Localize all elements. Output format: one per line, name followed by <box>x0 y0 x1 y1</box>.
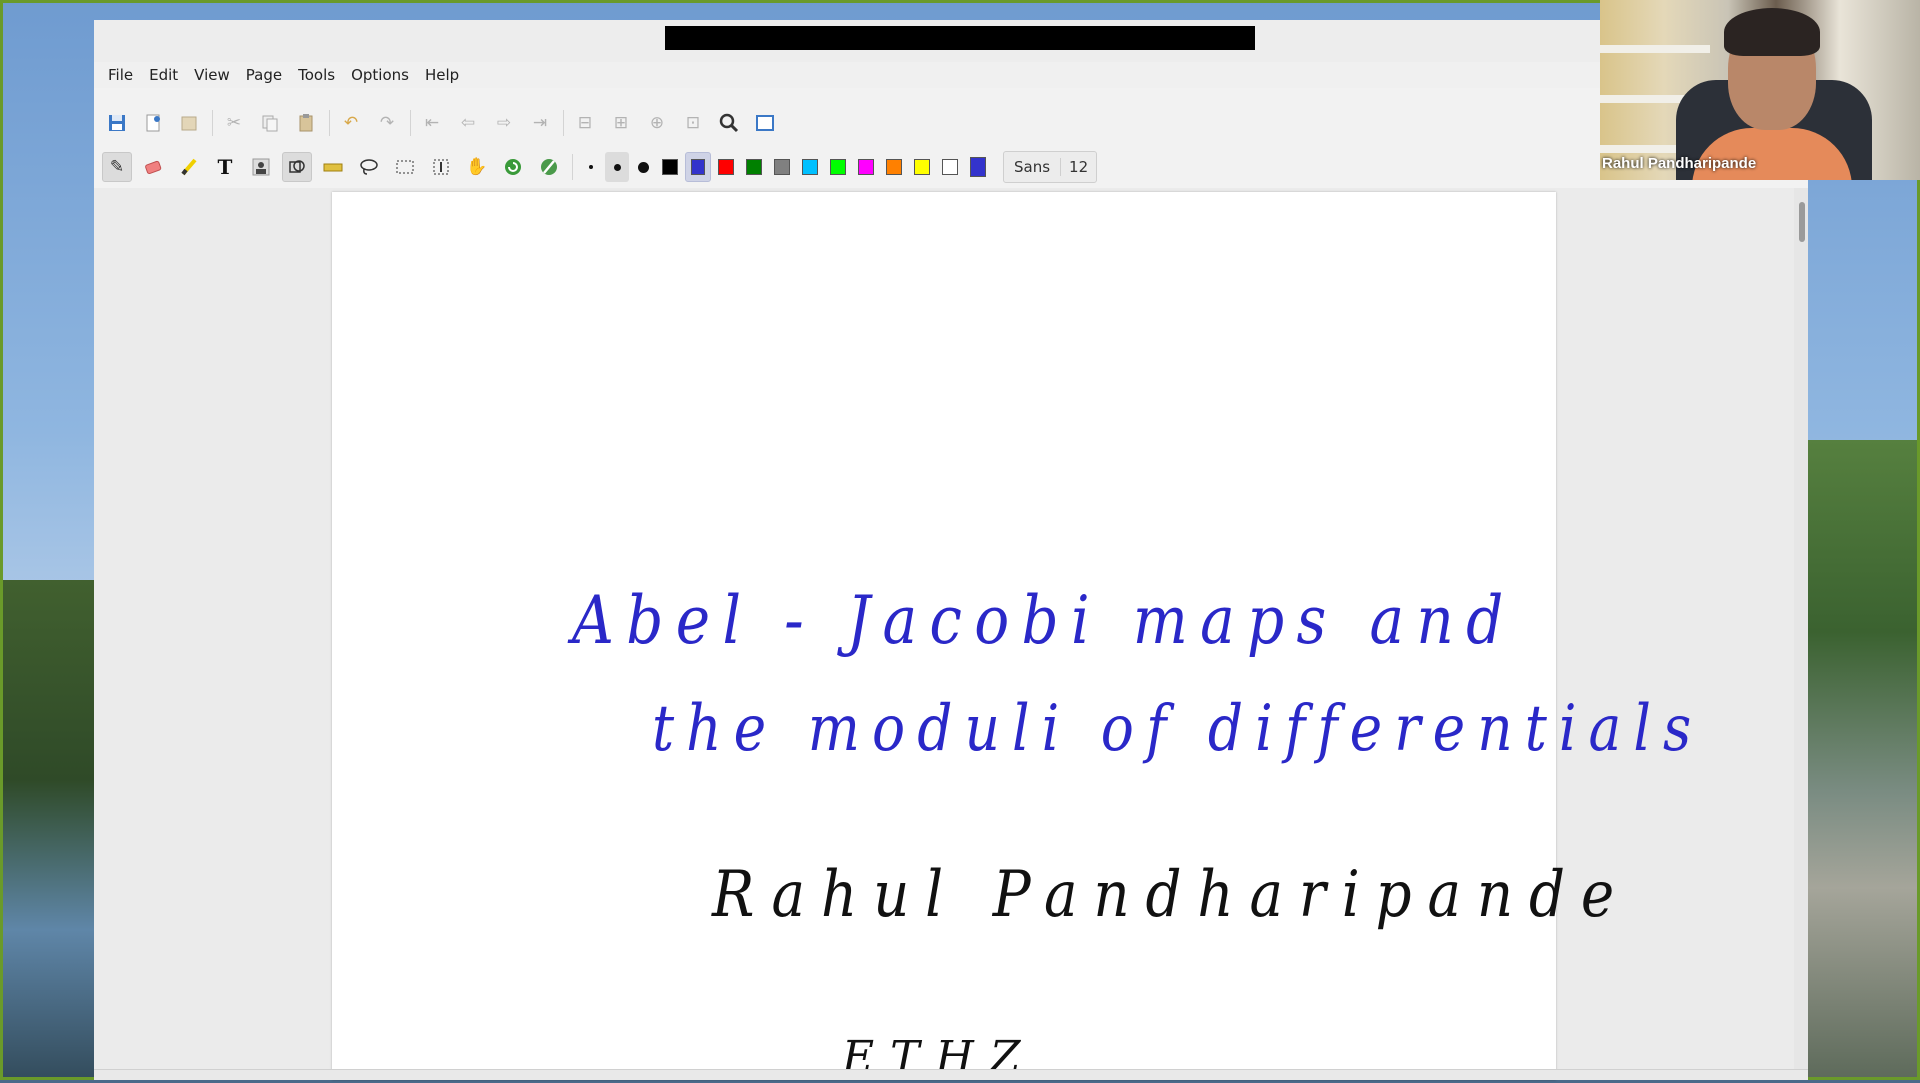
current-color-button[interactable] <box>965 152 991 182</box>
pen-size-thick[interactable] <box>631 152 655 182</box>
eraser-icon[interactable] <box>138 152 168 182</box>
vertical-space-icon[interactable] <box>426 152 456 182</box>
handwritten-author: Rahul Pandharipande <box>712 858 1631 932</box>
last-page-icon[interactable]: ⇥ <box>525 108 555 138</box>
handwritten-line-2: the moduli of differentials <box>652 692 1704 766</box>
default-tools-icon[interactable] <box>498 152 528 182</box>
color-light-green[interactable] <box>825 152 851 182</box>
swatch <box>942 159 958 175</box>
swatch <box>886 159 902 175</box>
vertical-scrollbar[interactable] <box>1794 188 1808 1080</box>
ruler-icon[interactable] <box>318 152 348 182</box>
webcam-video: Rahul Pandharipande <box>1600 0 1920 180</box>
redo-icon[interactable]: ↷ <box>372 108 402 138</box>
toolbar-separator <box>563 110 564 136</box>
search-icon[interactable] <box>714 108 744 138</box>
hand-icon[interactable]: ✋ <box>462 152 492 182</box>
main-toolbar: ✂ ↶ ↷ ⇤ ⇦ ⇨ ⇥ ⊟ ⊞ ⊕ ⊡ <box>94 104 1808 142</box>
shape-recognizer-icon[interactable] <box>282 152 312 182</box>
toolbar-separator <box>572 154 573 180</box>
handwritten-line-1: Abel - Jacobi maps and <box>572 582 1516 659</box>
swatch <box>802 159 818 175</box>
zoom-out-icon[interactable]: ⊟ <box>570 108 600 138</box>
menu-view[interactable]: View <box>186 66 238 84</box>
pen-size-fine[interactable] <box>579 152 603 182</box>
toolbar-separator <box>410 110 411 136</box>
toolbar-separator <box>212 110 213 136</box>
title-bar[interactable] <box>94 20 1808 63</box>
color-light-blue[interactable] <box>797 152 823 182</box>
menu-help[interactable]: Help <box>417 66 467 84</box>
color-blue[interactable] <box>685 152 711 182</box>
menu-bar: File Edit View Page Tools Options Help <box>94 62 1808 88</box>
current-color <box>970 157 986 177</box>
save-icon[interactable] <box>102 108 132 138</box>
rect-select-icon[interactable] <box>390 152 420 182</box>
menu-edit[interactable]: Edit <box>141 66 186 84</box>
font-button[interactable]: Sans 12 <box>1003 151 1098 183</box>
page[interactable]: Abel - Jacobi maps and the moduli of dif… <box>332 192 1691 1083</box>
font-size: 12 <box>1060 158 1096 176</box>
cut-icon[interactable]: ✂ <box>219 108 249 138</box>
xournal-window: File Edit View Page Tools Options Help ✂… <box>94 20 1808 1083</box>
redacted-title <box>665 26 1255 50</box>
menu-options[interactable]: Options <box>343 66 417 84</box>
swatch <box>691 159 705 175</box>
color-yellow[interactable] <box>909 152 935 182</box>
menu-file[interactable]: File <box>100 66 141 84</box>
color-red[interactable] <box>713 152 739 182</box>
new-page-icon[interactable] <box>138 108 168 138</box>
highlighter-icon[interactable] <box>174 152 204 182</box>
prev-page-icon[interactable]: ⇦ <box>453 108 483 138</box>
text-icon[interactable]: T <box>210 152 240 182</box>
zoom-in-icon[interactable]: ⊕ <box>642 108 672 138</box>
swatch <box>774 159 790 175</box>
pen-settings-icon[interactable] <box>534 152 564 182</box>
pen-icon[interactable]: ✎ <box>102 152 132 182</box>
zoom-fit-icon[interactable]: ⊞ <box>606 108 636 138</box>
swatch <box>718 159 734 175</box>
swatch <box>662 159 678 175</box>
color-green[interactable] <box>741 152 767 182</box>
canvas-area: Abel - Jacobi maps and the moduli of dif… <box>94 188 1808 1083</box>
toolbar-separator <box>329 110 330 136</box>
fullscreen-icon[interactable] <box>750 108 780 138</box>
landscape-left <box>0 580 96 1080</box>
zoom-page-icon[interactable]: ⊡ <box>678 108 708 138</box>
menu-page[interactable]: Page <box>238 66 290 84</box>
landscape-right <box>1808 440 1920 1080</box>
menu-tools[interactable]: Tools <box>290 66 343 84</box>
swatch <box>858 159 874 175</box>
image-icon[interactable] <box>246 152 276 182</box>
lasso-icon[interactable] <box>354 152 384 182</box>
tools-toolbar: ✎ T ✋ Sans 12 <box>94 148 1808 186</box>
medium-dot-icon <box>613 163 621 171</box>
color-orange[interactable] <box>881 152 907 182</box>
font-name: Sans <box>1014 158 1051 176</box>
scrollbar-thumb[interactable] <box>1799 202 1805 242</box>
copy-icon[interactable] <box>255 108 285 138</box>
open-icon[interactable] <box>174 108 204 138</box>
participant-name: Rahul Pandharipande <box>1602 155 1757 172</box>
color-gray[interactable] <box>769 152 795 182</box>
swatch <box>830 159 846 175</box>
pen-size-medium[interactable] <box>605 152 629 182</box>
next-page-icon[interactable]: ⇨ <box>489 108 519 138</box>
color-magenta[interactable] <box>853 152 879 182</box>
swatch <box>746 159 762 175</box>
color-white[interactable] <box>937 152 963 182</box>
status-bar <box>94 1069 1808 1080</box>
thick-dot-icon <box>637 161 649 173</box>
undo-icon[interactable]: ↶ <box>336 108 366 138</box>
person-hair <box>1724 8 1820 56</box>
bookshelf <box>1600 45 1710 53</box>
color-black[interactable] <box>657 152 683 182</box>
paste-icon[interactable] <box>291 108 321 138</box>
swatch <box>914 159 930 175</box>
first-page-icon[interactable]: ⇤ <box>417 108 447 138</box>
fine-dot-icon <box>589 165 593 169</box>
